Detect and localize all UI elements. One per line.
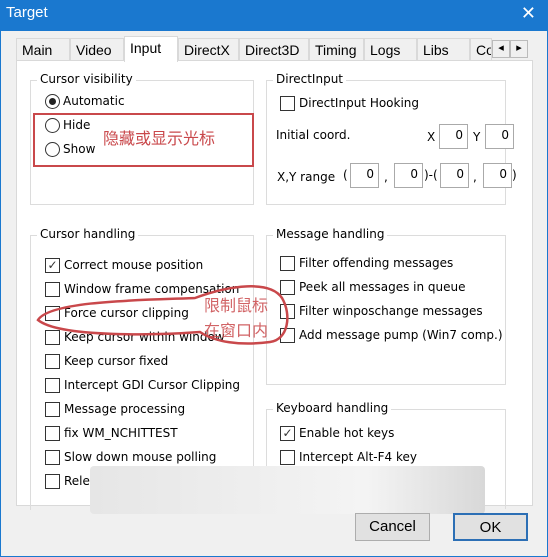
- range-x1-input[interactable]: 0: [350, 163, 379, 188]
- initial-coord-label: Initial coord.: [276, 128, 351, 142]
- checkbox-directinput-hooking[interactable]: DirectInput Hooking: [280, 94, 419, 112]
- radio-label: Automatic: [63, 94, 125, 108]
- checkbox-box[interactable]: [45, 473, 60, 489]
- checkbox-label: Enable hot keys: [299, 426, 395, 440]
- radio-button[interactable]: [45, 93, 60, 109]
- tab-video[interactable]: Video: [70, 38, 124, 61]
- checkbox-message-processing[interactable]: Message processing: [45, 400, 185, 418]
- checkbox-box[interactable]: [280, 449, 295, 465]
- checkbox-filter-offending-messages[interactable]: Filter offending messages: [280, 254, 453, 272]
- checkbox-label: DirectInput Hooking: [299, 96, 420, 110]
- range-y2-input[interactable]: 0: [483, 163, 512, 188]
- checkbox-label: Correct mouse position: [64, 258, 204, 272]
- tab-direct3d[interactable]: Direct3D: [239, 38, 309, 61]
- checkbox-box[interactable]: [45, 377, 60, 393]
- tab-input[interactable]: Input: [124, 36, 178, 62]
- radio-automatic[interactable]: Automatic: [45, 92, 125, 110]
- annotation-text: 隐藏或显示光标: [103, 129, 216, 148]
- checkbox-label: Keep cursor fixed: [64, 354, 169, 368]
- initial-y-input[interactable]: 0: [485, 124, 514, 149]
- checkbox-label: Filter offending messages: [299, 256, 454, 270]
- checkbox-label: Message processing: [64, 402, 186, 416]
- group-label: Cursor visibility: [37, 72, 136, 86]
- tab-libs[interactable]: Libs: [417, 38, 470, 61]
- checkbox-label: fix WM_NCHITTEST: [64, 426, 178, 440]
- tab-scroll-left-icon[interactable]: ◂: [492, 40, 510, 58]
- checkbox-label: Intercept Alt-F4 key: [299, 450, 417, 464]
- checkbox-fix-wm-nchittest[interactable]: fix WM_NCHITTEST: [45, 424, 178, 442]
- checkbox-box[interactable]: [45, 353, 60, 369]
- tab-logs[interactable]: Logs: [364, 38, 417, 61]
- checkbox-label: Peek all messages in queue: [299, 280, 466, 294]
- checkbox-peek-all-messages-in-queue[interactable]: Peek all messages in queue: [280, 278, 466, 296]
- watermark-blur: [90, 466, 485, 514]
- tab-directx[interactable]: DirectX: [178, 38, 239, 61]
- checkbox-intercept-alt-f4-key[interactable]: Intercept Alt-F4 key: [280, 448, 417, 466]
- checkbox-box[interactable]: [45, 401, 60, 417]
- range-x2-input[interactable]: 0: [440, 163, 469, 188]
- paren: (: [343, 168, 348, 182]
- checkbox-box[interactable]: [45, 425, 60, 441]
- checkbox-filter-winposchange-messages[interactable]: Filter winposchange messages: [280, 302, 483, 320]
- group-label: DirectInput: [273, 72, 347, 86]
- checkbox-add-message-pump-win7-comp-[interactable]: Add message pump (Win7 comp.): [280, 326, 503, 344]
- comma: ,: [473, 170, 477, 184]
- checkbox-box[interactable]: [45, 449, 60, 465]
- range-separator: )-(: [424, 168, 438, 182]
- initial-x-input[interactable]: 0: [439, 124, 468, 149]
- tab-main[interactable]: Main: [16, 38, 70, 61]
- tab-timing[interactable]: Timing: [309, 38, 364, 61]
- checkbox-label: Intercept GDI Cursor Clipping: [64, 378, 241, 392]
- checkbox-label: Add message pump (Win7 comp.): [299, 328, 503, 342]
- tab-scroll-right-icon[interactable]: ▸: [510, 40, 528, 58]
- xy-range-label: X,Y range: [277, 170, 336, 184]
- window-title: Target: [6, 4, 48, 21]
- group-label: Message handling: [273, 227, 388, 241]
- checkmark-icon[interactable]: ✓: [280, 425, 295, 441]
- checkbox-correct-mouse-position[interactable]: ✓ Correct mouse position: [45, 256, 203, 274]
- y-label: Y: [473, 130, 481, 144]
- group-label: Cursor handling: [37, 227, 139, 241]
- ok-button[interactable]: OK: [453, 513, 528, 541]
- title-bar: Target ✕: [0, 0, 548, 31]
- checkbox-slow-down-mouse-polling[interactable]: Slow down mouse polling: [45, 448, 216, 466]
- checkbox-label: Slow down mouse polling: [64, 450, 217, 464]
- cancel-button[interactable]: Cancel: [355, 513, 430, 541]
- x-label: X: [427, 130, 436, 144]
- checkbox-intercept-gdi-cursor-clipping[interactable]: Intercept GDI Cursor Clipping: [45, 376, 240, 394]
- range-y1-input[interactable]: 0: [394, 163, 423, 188]
- checkbox-label: Filter winposchange messages: [299, 304, 483, 318]
- checkbox-keep-cursor-fixed[interactable]: Keep cursor fixed: [45, 352, 168, 370]
- checkbox-box[interactable]: [280, 255, 295, 271]
- comma: ,: [384, 170, 388, 184]
- paren: ): [512, 168, 517, 182]
- close-icon[interactable]: ✕: [521, 3, 536, 24]
- annotation-text: 在窗口内: [204, 321, 269, 340]
- checkbox-box[interactable]: [280, 95, 295, 111]
- checkmark-icon[interactable]: ✓: [45, 257, 60, 273]
- group-label: Keyboard handling: [273, 401, 392, 415]
- annotation-text: 限制鼠标: [204, 296, 269, 315]
- tab-co[interactable]: Co: [470, 38, 492, 61]
- checkbox-enable-hot-keys[interactable]: ✓ Enable hot keys: [280, 424, 394, 442]
